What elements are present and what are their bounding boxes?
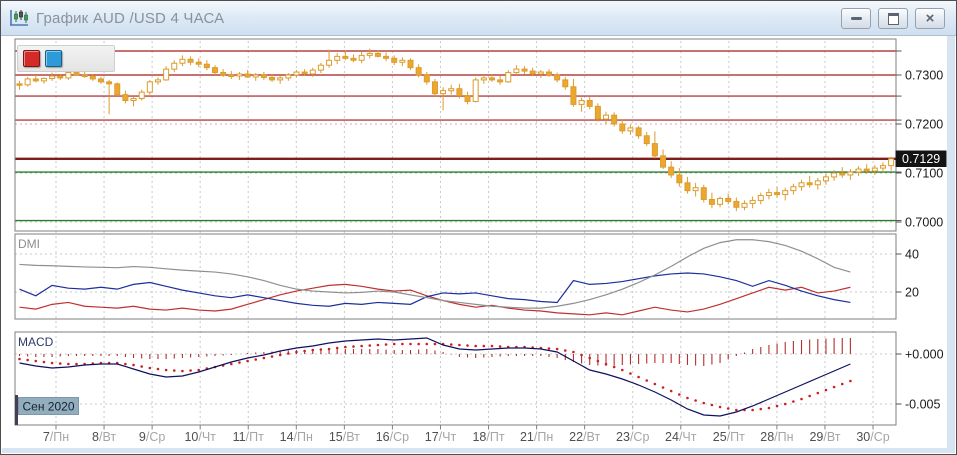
svg-text:28/Пн: 28/Пн — [760, 430, 793, 444]
svg-text:22/Вт: 22/Вт — [569, 430, 600, 444]
svg-text:20: 20 — [905, 286, 919, 300]
svg-text:21/Пн: 21/Пн — [520, 430, 553, 444]
window-title: График AUD /USD 4 ЧАСА — [36, 10, 224, 27]
svg-text:40: 40 — [905, 248, 919, 262]
current-price-value: 0.7129 — [902, 152, 940, 166]
restore-button[interactable] — [878, 8, 908, 29]
month-marker-bar — [15, 395, 18, 425]
svg-text:10/Чт: 10/Чт — [184, 430, 216, 444]
chart-window: 7/Пн 8/Вт 9/Ср 10/Чт 11/Пт 14/Пн 15/Вт 16/Ср 17/… — [0, 0, 957, 455]
svg-text:0.7100: 0.7100 — [905, 167, 943, 181]
red-marker-button[interactable] — [23, 50, 40, 67]
svg-text:24/Чт: 24/Чт — [665, 430, 697, 444]
macd-label: MACD — [18, 335, 54, 349]
svg-text:29/Вт: 29/Вт — [809, 430, 840, 444]
svg-text:25/Пт: 25/Пт — [713, 430, 745, 444]
svg-text:17/Чт: 17/Чт — [425, 430, 457, 444]
svg-text:23/Ср: 23/Ср — [616, 430, 649, 444]
svg-text:15/Вт: 15/Вт — [329, 430, 360, 444]
candlestick-chart-icon — [8, 8, 30, 28]
dmi-label: DMI — [18, 237, 40, 251]
svg-text:7/Пн: 7/Пн — [43, 430, 69, 444]
svg-text:+0.000: +0.000 — [905, 348, 944, 362]
titlebar[interactable]: График AUD /USD 4 ЧАСА × — [1, 1, 956, 36]
close-button[interactable]: × — [915, 8, 945, 29]
svg-text:-0.005: -0.005 — [905, 398, 940, 412]
svg-text:14/Пн: 14/Пн — [280, 430, 313, 444]
chart-canvas[interactable]: 7/Пн 8/Вт 9/Ср 10/Чт 11/Пт 14/Пн 15/Вт 16/Ср 17/… — [1, 1, 956, 454]
svg-text:11/Пт: 11/Пт — [233, 430, 264, 444]
svg-text:9/Ср: 9/Ср — [139, 430, 165, 444]
month-badge-label: Сен 2020 — [23, 400, 75, 414]
svg-text:30/Ср: 30/Ср — [856, 430, 889, 444]
svg-text:0.7000: 0.7000 — [905, 216, 943, 230]
minimize-icon — [851, 17, 862, 20]
svg-text:8/Вт: 8/Вт — [92, 430, 116, 444]
svg-text:0.7200: 0.7200 — [905, 118, 943, 132]
restore-icon — [888, 13, 899, 25]
chart-toolbar — [17, 45, 115, 72]
close-icon: × — [926, 11, 935, 26]
svg-text:16/Ср: 16/Ср — [376, 430, 409, 444]
blue-marker-button[interactable] — [45, 50, 62, 67]
svg-text:18/Пт: 18/Пт — [472, 430, 504, 444]
minimize-button[interactable] — [841, 8, 871, 29]
window-controls: × — [834, 8, 945, 29]
svg-text:0.7300: 0.7300 — [905, 69, 943, 83]
